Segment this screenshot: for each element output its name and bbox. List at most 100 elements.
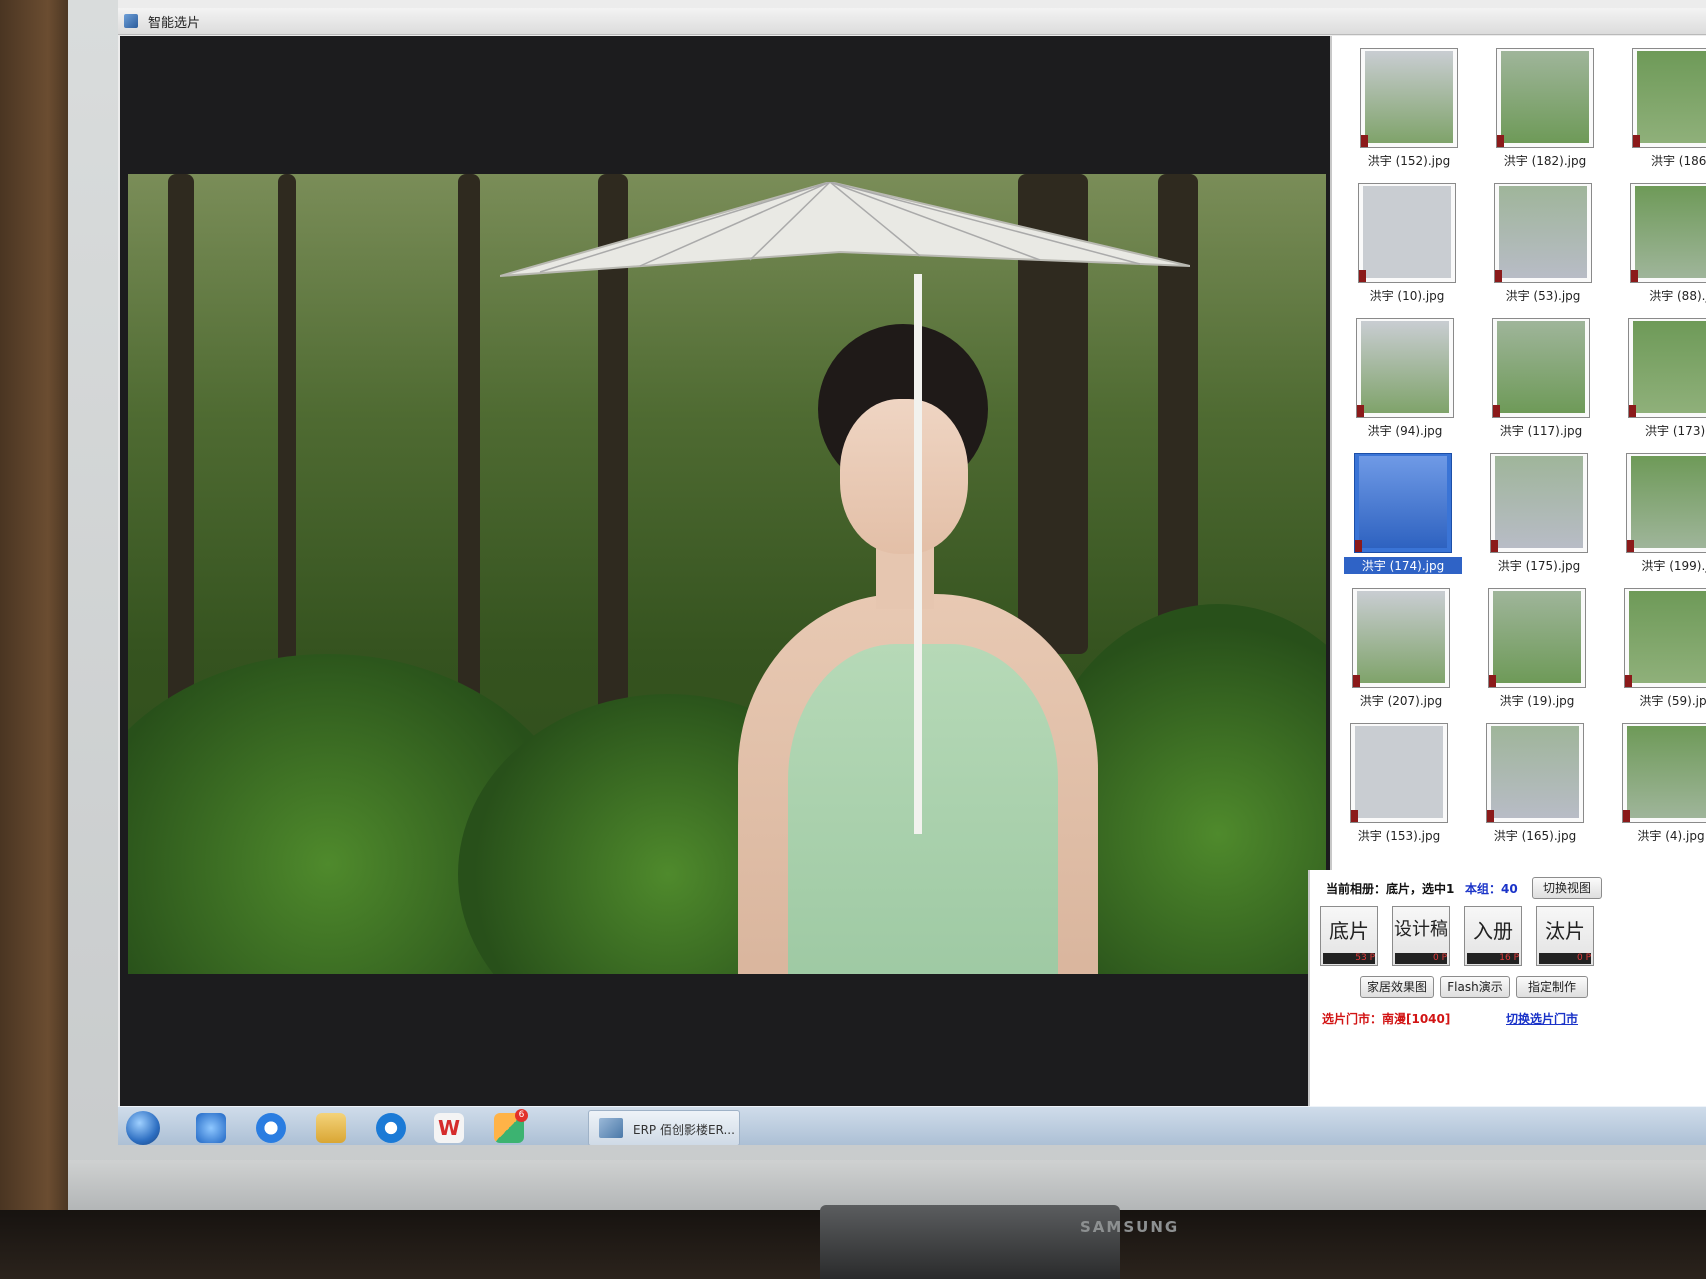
photo-subject-face (840, 399, 968, 554)
current-album-label: 当前相册：底片，选中1 (1326, 882, 1455, 896)
main-photo[interactable] (128, 174, 1326, 974)
folder-icon[interactable] (316, 1113, 346, 1143)
thumbnail-item[interactable]: 洪宇 (174).jpg (1344, 447, 1472, 577)
thumbnail-frame (1490, 453, 1588, 553)
photo-tree (278, 174, 296, 734)
thumbnail-item[interactable]: 洪宇 (4).jpg (1612, 717, 1706, 847)
thumbnail-item[interactable]: 洪宇 (19).jpg (1478, 582, 1606, 712)
thumbnail-label: 洪宇 (186) (1650, 154, 1706, 168)
thumbnail-label: 洪宇 (88).j (1649, 289, 1706, 303)
assign-production-button[interactable]: 指定制作 (1516, 976, 1588, 998)
thumbnail-frame (1350, 723, 1448, 823)
thumbnail-label: 洪宇 (199).j (1641, 559, 1706, 573)
category-button-rejected[interactable]: 汰片 0 P (1536, 906, 1594, 966)
category-count: 0 P (1395, 953, 1447, 964)
thumbnail-flag-icon (1489, 675, 1496, 687)
thumbnail-label: 洪宇 (94).jpg (1367, 424, 1443, 438)
thumbnail-label: 洪宇 (10).jpg (1369, 289, 1445, 303)
start-button[interactable] (126, 1111, 160, 1145)
title-bar: 智能选片 (118, 8, 1706, 35)
thumbnail-item[interactable]: 洪宇 (199).j (1616, 447, 1706, 577)
thumbnail-flag-icon (1633, 135, 1640, 147)
category-count: 16 P (1467, 953, 1519, 964)
edge-icon[interactable] (376, 1113, 406, 1143)
thumbnail-image (1637, 51, 1706, 143)
photo-viewer[interactable] (120, 36, 1332, 1106)
thumbnail-frame (1494, 183, 1592, 283)
thumbnail-label: 洪宇 (174).jpg (1344, 557, 1462, 574)
thumbnail-item[interactable]: 洪宇 (173). (1618, 312, 1706, 442)
thumbnail-image (1631, 456, 1706, 548)
thumbnail-item[interactable]: 洪宇 (207).jpg (1342, 582, 1470, 712)
category-count: 0 P (1539, 953, 1591, 964)
ie-icon[interactable] (196, 1113, 226, 1143)
thumbnail-frame (1360, 48, 1458, 148)
thumbnail-item[interactable]: 洪宇 (182).jpg (1486, 42, 1614, 172)
thumbnail-frame (1488, 588, 1586, 688)
thumbnail-flag-icon (1487, 810, 1494, 822)
umbrella-graphic (500, 182, 1190, 277)
home-effect-button[interactable]: 家居效果图 (1360, 976, 1434, 998)
monitor-brand: SAMSUNG (1080, 1218, 1180, 1236)
thumbnail-flag-icon (1495, 270, 1502, 282)
switch-view-button[interactable]: 切换视图 (1532, 877, 1602, 899)
thumbnail-frame (1630, 183, 1706, 283)
sogou-icon[interactable] (256, 1113, 286, 1143)
thumbnail-flag-icon (1355, 540, 1362, 552)
thumbnail-label: 洪宇 (175).jpg (1497, 559, 1581, 573)
category-label: 底片 (1329, 919, 1369, 943)
taskbar-erp-item[interactable]: ERP 佰创影楼ER... (588, 1110, 740, 1145)
thumbnail-frame (1626, 453, 1706, 553)
thumbnail-label: 洪宇 (53).jpg (1505, 289, 1581, 303)
category-button-album[interactable]: 入册 16 P (1464, 906, 1522, 966)
thumbnail-item[interactable]: 洪宇 (94).jpg (1346, 312, 1474, 442)
wps-icon[interactable]: W (434, 1113, 464, 1143)
thumbnail-image (1633, 321, 1706, 413)
thumbnail-flag-icon (1497, 135, 1504, 147)
thumbnail-item[interactable]: 洪宇 (152).jpg (1350, 42, 1478, 172)
taskbar-erp-label: ERP 佰创影楼ER... (633, 1123, 735, 1137)
thumbnail-flag-icon (1351, 810, 1358, 822)
thumbnail-label: 洪宇 (207).jpg (1359, 694, 1443, 708)
thumbnail-item[interactable]: 洪宇 (53).jpg (1484, 177, 1612, 307)
category-button-design[interactable]: 设计稿 0 P (1392, 906, 1450, 966)
thumbnail-flag-icon (1491, 540, 1498, 552)
flash-demo-button[interactable]: Flash演示 (1440, 976, 1510, 998)
thumbnail-item[interactable]: 洪宇 (117).jpg (1482, 312, 1610, 442)
thumbnail-image (1359, 456, 1447, 548)
thumbnail-item[interactable]: 洪宇 (88).j (1620, 177, 1706, 307)
thumbnail-frame (1624, 588, 1706, 688)
group-count: 本组：40 (1465, 882, 1518, 896)
thumbnail-flag-icon (1623, 810, 1630, 822)
switch-store-link[interactable]: 切换选片门市 (1506, 1010, 1578, 1027)
taskbar: W 6 ERP 佰创影楼ER... (118, 1106, 1706, 1145)
thumbnail-item[interactable]: 洪宇 (153).jpg (1340, 717, 1468, 847)
thumbnail-image (1355, 726, 1443, 818)
thumbnail-image (1493, 591, 1581, 683)
thumbnail-flag-icon (1625, 675, 1632, 687)
thumbnail-item[interactable]: 洪宇 (175).jpg (1480, 447, 1608, 577)
photo-tree (168, 174, 194, 734)
thumbnail-item[interactable]: 洪宇 (186) (1622, 42, 1706, 172)
thumbnail-label: 洪宇 (182).jpg (1503, 154, 1587, 168)
thumbnail-label: 洪宇 (153).jpg (1357, 829, 1441, 843)
window-title: 智能选片 (148, 16, 201, 31)
umbrella-handle (914, 274, 922, 834)
thumbnail-item[interactable]: 洪宇 (10).jpg (1348, 177, 1476, 307)
category-button-negatives[interactable]: 底片 53 P (1320, 906, 1378, 966)
thumbnail-item[interactable]: 洪宇 (165).jpg (1476, 717, 1604, 847)
category-count: 53 P (1323, 953, 1375, 964)
thumbnail-image (1361, 321, 1449, 413)
monitor-chin (68, 1160, 1706, 1210)
thumbnail-image (1627, 726, 1706, 818)
app-store-icon[interactable]: 6 (494, 1109, 528, 1143)
thumbnail-label: 洪宇 (173). (1645, 424, 1706, 438)
thumbnail-image (1357, 591, 1445, 683)
thumbnail-grid[interactable]: 洪宇 (152).jpg 洪宇 (182).jpg 洪宇 (186) 洪宇 (10).… (1330, 36, 1706, 870)
thumbnail-item[interactable]: 洪宇 (59).jp (1614, 582, 1706, 712)
thumbnail-label: 洪宇 (4).jpg (1637, 829, 1705, 843)
thumbnail-flag-icon (1353, 675, 1360, 687)
thumbnail-frame (1632, 48, 1706, 148)
thumbnail-flag-icon (1627, 540, 1634, 552)
thumbnail-image (1363, 186, 1451, 278)
